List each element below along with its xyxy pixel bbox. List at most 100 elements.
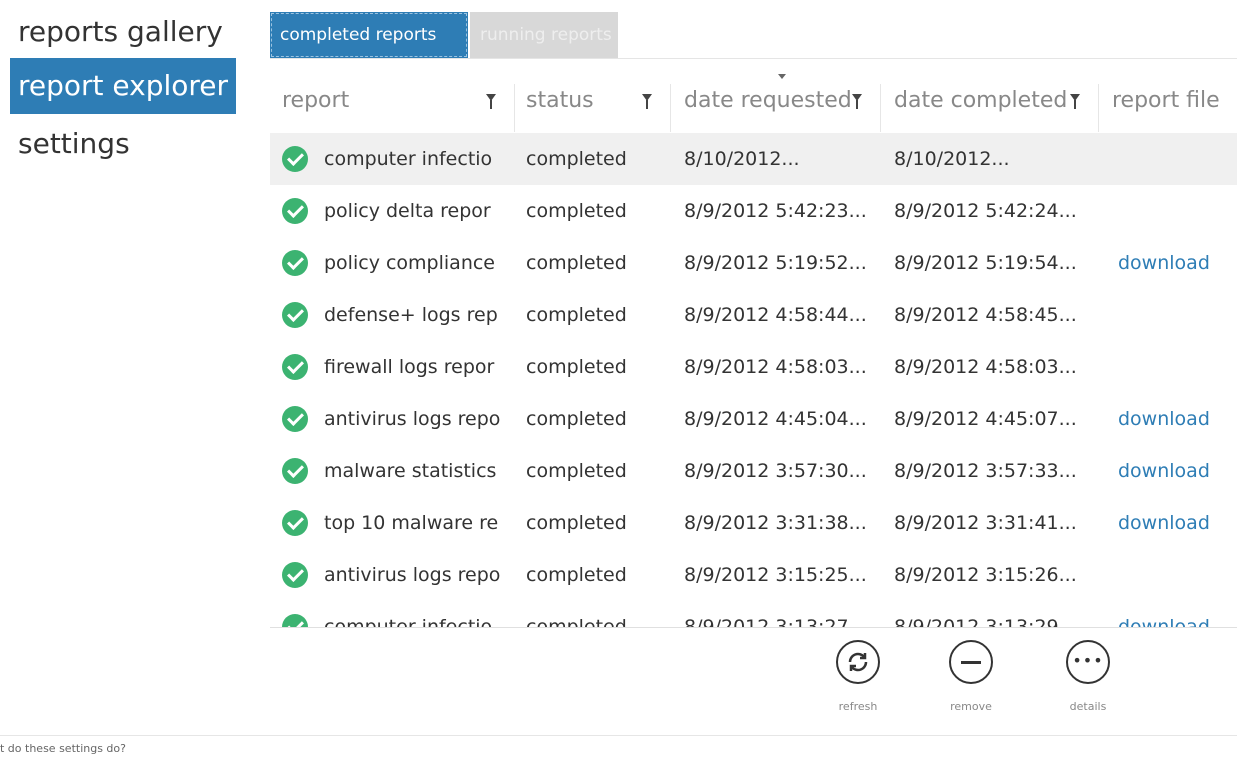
- cell-date-requested: 8/9/2012 3:13:27...: [684, 616, 867, 627]
- tab-completed-reports[interactable]: completed reports: [270, 12, 468, 58]
- refresh-label: refresh: [838, 700, 878, 713]
- column-separator: [880, 84, 881, 132]
- cell-report: antivirus logs repo: [324, 564, 501, 586]
- cell-status: completed: [526, 616, 627, 627]
- cell-report-file[interactable]: [1118, 289, 1237, 341]
- download-link[interactable]: download: [1118, 445, 1237, 497]
- nav-reports-gallery[interactable]: reports gallery: [10, 4, 231, 60]
- cell-date-requested: 8/9/2012 3:57:30...: [684, 460, 867, 482]
- filter-date-requested-icon[interactable]: [852, 94, 862, 109]
- footer-divider: [0, 735, 1237, 736]
- download-link[interactable]: download: [1118, 601, 1237, 627]
- table-row[interactable]: antivirus logs repo completed 8/9/2012 3…: [270, 549, 1237, 601]
- cell-date-completed: 8/9/2012 5:42:24...: [894, 200, 1077, 222]
- cell-date-completed: 8/9/2012 3:31:41...: [894, 512, 1077, 534]
- cell-report: firewall logs repor: [324, 356, 495, 378]
- cell-date-completed: 8/9/2012 4:45:07...: [894, 408, 1077, 430]
- cell-status: completed: [526, 460, 627, 482]
- cell-date-completed: 8/9/2012 3:15:26...: [894, 564, 1077, 586]
- cell-date-completed: 8/9/2012 4:58:03...: [894, 356, 1077, 378]
- cell-report-file[interactable]: [1118, 185, 1237, 237]
- nav-settings[interactable]: settings: [10, 116, 138, 172]
- details-button[interactable]: details: [1048, 640, 1128, 713]
- settings-help-link[interactable]: t do these settings do?: [0, 742, 126, 755]
- cell-status: completed: [526, 512, 627, 534]
- cell-date-completed: 8/9/2012 3:57:33...: [894, 460, 1077, 482]
- cell-date-requested: 8/10/2012...: [684, 148, 800, 170]
- cell-date-requested: 8/9/2012 3:15:25...: [684, 564, 867, 586]
- cell-report: policy compliance: [324, 252, 495, 274]
- cell-report: top 10 malware re: [324, 512, 499, 534]
- check-circle-icon: [282, 302, 308, 328]
- cell-date-requested: 8/9/2012 4:58:44...: [684, 304, 867, 326]
- cell-date-requested: 8/9/2012 4:45:04...: [684, 408, 867, 430]
- cell-report: computer infectio: [324, 148, 493, 170]
- nav-report-explorer[interactable]: report explorer: [10, 58, 236, 114]
- cell-status: completed: [526, 304, 627, 326]
- check-circle-icon: [282, 510, 308, 536]
- filter-report-icon[interactable]: [486, 94, 496, 109]
- filter-status-icon[interactable]: [642, 94, 652, 109]
- cell-status: completed: [526, 148, 627, 170]
- column-separator: [670, 84, 671, 132]
- cell-report-file[interactable]: [1118, 341, 1237, 393]
- cell-date-completed: 8/10/2012...: [894, 148, 1010, 170]
- download-link[interactable]: download: [1118, 393, 1237, 445]
- column-separator: [1098, 84, 1099, 132]
- column-header-date-requested[interactable]: date requested: [684, 70, 852, 132]
- cell-status: completed: [526, 408, 627, 430]
- table-row[interactable]: policy compliance completed 8/9/2012 5:1…: [270, 237, 1237, 289]
- check-circle-icon: [282, 354, 308, 380]
- check-circle-icon: [282, 198, 308, 224]
- cell-date-completed: 8/9/2012 4:58:45...: [894, 304, 1077, 326]
- cell-report: antivirus logs repo: [324, 408, 501, 430]
- reports-table: report status date requested date comple…: [270, 70, 1237, 627]
- table-row[interactable]: top 10 malware re completed 8/9/2012 3:3…: [270, 497, 1237, 549]
- check-circle-icon: [282, 614, 308, 627]
- table-row[interactable]: malware statistics completed 8/9/2012 3:…: [270, 445, 1237, 497]
- cell-date-requested: 8/9/2012 3:31:38...: [684, 512, 867, 534]
- check-circle-icon: [282, 250, 308, 276]
- column-header-report[interactable]: report: [282, 70, 349, 132]
- cell-date-completed: 8/9/2012 3:13:29...: [894, 616, 1077, 627]
- table-row[interactable]: computer infectio completed 8/9/2012 3:1…: [270, 601, 1237, 627]
- cell-status: completed: [526, 252, 627, 274]
- cell-status: completed: [526, 200, 627, 222]
- table-row[interactable]: computer infectio completed 8/10/2012...…: [270, 133, 1237, 185]
- download-link[interactable]: download: [1118, 237, 1237, 289]
- table-row[interactable]: antivirus logs repo completed 8/9/2012 4…: [270, 393, 1237, 445]
- cell-report: computer infectio: [324, 616, 493, 627]
- remove-button[interactable]: remove: [931, 640, 1011, 713]
- check-circle-icon: [282, 562, 308, 588]
- cell-report: defense+ logs rep: [324, 304, 498, 326]
- filter-date-completed-icon[interactable]: [1070, 94, 1080, 109]
- table-bottom-border: [270, 627, 1237, 628]
- cell-report: policy delta repor: [324, 200, 491, 222]
- cell-report: malware statistics: [324, 460, 497, 482]
- column-header-report-file[interactable]: report file: [1112, 70, 1220, 132]
- cell-date-requested: 8/9/2012 5:42:23...: [684, 200, 867, 222]
- cell-date-completed: 8/9/2012 5:19:54...: [894, 252, 1077, 274]
- cell-status: completed: [526, 356, 627, 378]
- cell-date-requested: 8/9/2012 5:19:52...: [684, 252, 867, 274]
- cell-status: completed: [526, 564, 627, 586]
- column-separator: [514, 84, 515, 132]
- column-header-date-completed[interactable]: date completed: [894, 70, 1067, 132]
- table-row[interactable]: defense+ logs rep completed 8/9/2012 4:5…: [270, 289, 1237, 341]
- cell-report-file[interactable]: [1118, 549, 1237, 601]
- check-circle-icon: [282, 146, 308, 172]
- table-row[interactable]: firewall logs repor completed 8/9/2012 4…: [270, 341, 1237, 393]
- refresh-button[interactable]: refresh: [818, 640, 898, 713]
- details-label: details: [1069, 700, 1107, 713]
- table-row[interactable]: policy delta repor completed 8/9/2012 5:…: [270, 185, 1237, 237]
- check-circle-icon: [282, 406, 308, 432]
- download-link[interactable]: download: [1118, 497, 1237, 549]
- more-dots-icon: [1066, 640, 1110, 684]
- tab-running-reports[interactable]: running reports: [470, 12, 618, 58]
- cell-date-requested: 8/9/2012 4:58:03...: [684, 356, 867, 378]
- minus-circle-icon: [949, 640, 993, 684]
- tab-divider: [270, 58, 1237, 59]
- column-header-status[interactable]: status: [526, 70, 594, 132]
- cell-report-file[interactable]: [1118, 133, 1237, 185]
- refresh-icon: [836, 640, 880, 684]
